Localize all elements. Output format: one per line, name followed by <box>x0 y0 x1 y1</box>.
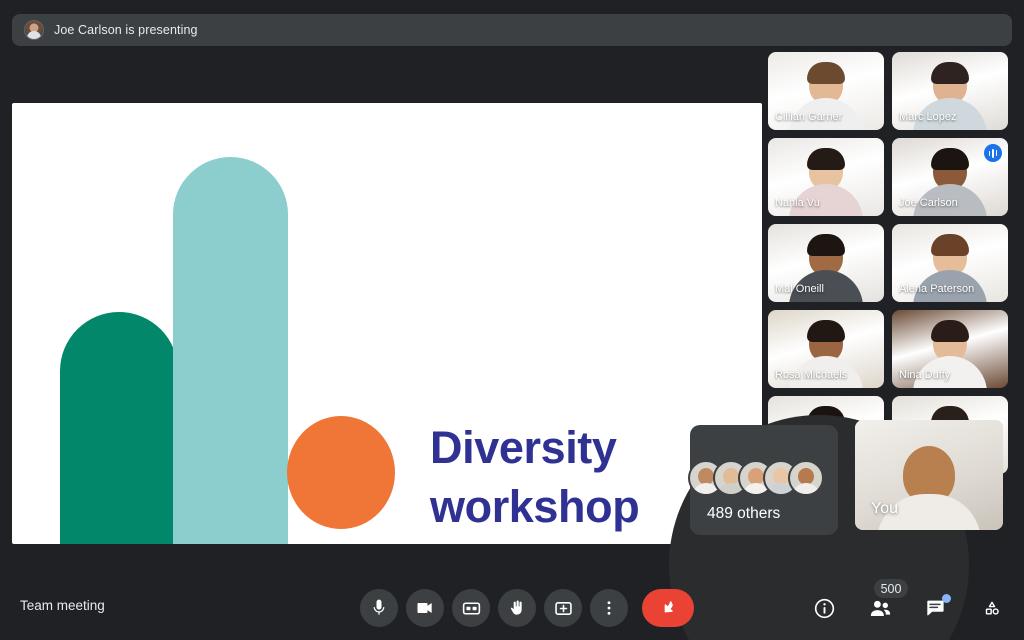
participant-tile[interactable]: Cillian Garner <box>768 52 884 130</box>
self-tile-label: You <box>871 500 898 518</box>
participant-name-label: Cillian Garner <box>775 111 842 123</box>
chat-button[interactable] <box>918 589 954 627</box>
presenter-avatar <box>24 20 44 40</box>
participant-name-label: Mal Oneill <box>775 283 824 295</box>
microphone-button[interactable] <box>360 589 398 627</box>
people-icon <box>868 596 893 621</box>
participant-tile[interactable]: Nina Duffy <box>892 310 1008 388</box>
present-icon <box>553 598 574 619</box>
participant-tile[interactable]: Marc Lopez <box>892 52 1008 130</box>
captions-button[interactable] <box>452 589 490 627</box>
participant-tile[interactable]: Rosa Michaels <box>768 310 884 388</box>
hand-icon <box>507 598 527 618</box>
chat-unread-dot <box>942 594 951 603</box>
participant-tile[interactable]: Nahla Vu <box>768 138 884 216</box>
present-button[interactable] <box>544 589 582 627</box>
call-controls <box>360 589 694 627</box>
activities-button[interactable] <box>974 589 1010 627</box>
participant-name-label: Rosa Michaels <box>775 369 847 381</box>
participant-grid: Cillian Garner Marc Lopez Nahla Vu Joe Carl… <box>768 52 1016 474</box>
camera-button[interactable] <box>406 589 444 627</box>
participant-tile[interactable]: Alena Paterson <box>892 224 1008 302</box>
participant-name-label: Joe Carlson <box>899 197 958 209</box>
activities-icon <box>982 598 1002 618</box>
mic-icon <box>369 598 389 618</box>
teal-pillar-shape <box>173 157 288 544</box>
meet-app: Joe Carlson is presenting Diversity work… <box>0 0 1024 640</box>
slide-title-line-1: Diversity <box>430 418 730 477</box>
end-call-button[interactable] <box>642 589 694 627</box>
right-action-icons: 500 <box>806 589 1010 627</box>
others-count-label: 489 others <box>707 505 780 523</box>
presenting-banner-label: Joe Carlson is presenting <box>54 23 198 37</box>
more-options-button[interactable] <box>590 589 628 627</box>
orange-circle-shape <box>287 416 395 529</box>
participant-tile[interactable]: Mal Oneill <box>768 224 884 302</box>
call-end-icon <box>655 595 681 621</box>
info-icon <box>813 597 836 620</box>
presenting-banner: Joe Carlson is presenting <box>12 14 1012 46</box>
audio-wave-icon <box>984 144 1002 162</box>
participant-tile[interactable]: Joe Carlson <box>892 138 1008 216</box>
cc-icon <box>461 598 482 619</box>
participant-name-label: Nahla Vu <box>775 197 820 209</box>
others-avatar-stack <box>688 460 824 496</box>
participant-name-label: Alena Paterson <box>899 283 974 295</box>
people-button[interactable]: 500 <box>862 589 898 627</box>
video-icon <box>415 598 435 618</box>
meeting-name-label: Team meeting <box>20 598 105 613</box>
more-vert-icon <box>600 599 618 617</box>
green-pillar-shape <box>60 312 178 544</box>
raise-hand-button[interactable] <box>498 589 536 627</box>
participant-name-label: Marc Lopez <box>899 111 956 123</box>
shared-screen-slide[interactable]: Diversity workshop <box>12 103 762 544</box>
meeting-details-button[interactable] <box>806 589 842 627</box>
other-participant-avatar <box>788 460 824 496</box>
participant-name-label: Nina Duffy <box>899 369 950 381</box>
participant-count-badge: 500 <box>874 579 908 598</box>
